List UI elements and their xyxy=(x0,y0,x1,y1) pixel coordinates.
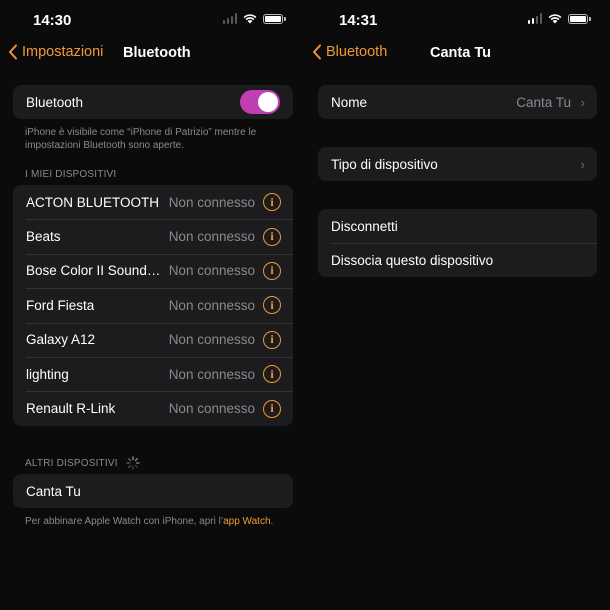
device-name: Beats xyxy=(26,229,61,245)
toggle-knob xyxy=(258,92,278,112)
device-name: Renault R-Link xyxy=(26,401,116,417)
bluetooth-toggle-row: Bluetooth xyxy=(13,85,293,119)
device-status: Non connesso xyxy=(168,401,255,417)
wifi-icon xyxy=(243,14,257,24)
device-name: Bose Color II SoundLink xyxy=(26,263,164,279)
device-row[interactable]: Beats Non connesso i xyxy=(13,219,293,253)
status-icons xyxy=(222,13,286,24)
loading-spinner-icon xyxy=(125,456,140,470)
device-name: Canta Tu xyxy=(26,483,81,499)
status-icons xyxy=(527,13,591,24)
device-row[interactable]: Ford Fiesta Non connesso i xyxy=(13,288,293,322)
device-status: Non connesso xyxy=(168,297,255,313)
info-icon[interactable]: i xyxy=(263,296,281,315)
device-status: Non connesso xyxy=(168,263,255,279)
chevron-right-icon: › xyxy=(580,156,585,172)
bluetooth-toggle-group: Bluetooth xyxy=(13,85,293,119)
device-row[interactable]: lighting Non connesso i xyxy=(13,356,293,391)
chevron-left-icon xyxy=(9,44,17,60)
device-detail-screen: 14:31 Bluetooth Canta Tu Nome Canta Tu ›… xyxy=(305,0,610,610)
device-type-group: Tipo di dispositivo › xyxy=(318,147,597,181)
chevron-right-icon: › xyxy=(580,94,585,110)
info-icon[interactable]: i xyxy=(263,399,281,418)
forget-device-label: Dissocia questo dispositivo xyxy=(331,252,494,268)
chevron-left-icon xyxy=(313,44,321,60)
back-label: Impostazioni xyxy=(22,44,104,60)
device-row[interactable]: Renault R-Link Non connesso i xyxy=(13,391,293,425)
app-watch-link[interactable]: app Watch xyxy=(223,516,270,527)
device-name: Ford Fiesta xyxy=(26,297,95,313)
info-icon[interactable]: i xyxy=(263,193,281,212)
info-icon[interactable]: i xyxy=(263,261,281,280)
device-name: ACTON BLUETOOTH xyxy=(26,194,160,210)
my-devices-list: ACTON BLUETOOTH Non connesso i Beats Non… xyxy=(13,185,293,426)
apple-watch-note-end: . xyxy=(270,516,274,527)
my-devices-header: I MIEI DISPOSITIVI xyxy=(25,169,117,180)
page-title: Bluetooth xyxy=(123,45,191,61)
bluetooth-toggle[interactable] xyxy=(240,90,280,114)
disconnect-button[interactable]: Disconnetti xyxy=(318,209,597,243)
wifi-icon xyxy=(548,14,562,24)
apple-watch-note-text: Per abbinare Apple Watch con iPhone, apr… xyxy=(25,516,224,527)
back-button[interactable]: Bluetooth xyxy=(312,44,387,60)
other-devices-label: ALTRI DISPOSITIVI xyxy=(25,457,118,469)
disconnect-label: Disconnetti xyxy=(331,218,398,234)
device-type-row[interactable]: Tipo di dispositivo › xyxy=(318,147,597,181)
device-row[interactable]: Canta Tu xyxy=(13,474,293,508)
cellular-signal-icon xyxy=(527,13,542,24)
cellular-signal-icon xyxy=(222,13,237,24)
back-button[interactable]: Impostazioni xyxy=(8,44,103,60)
device-type-label: Tipo di dispositivo xyxy=(331,156,438,172)
forget-device-button[interactable]: Dissocia questo dispositivo xyxy=(318,243,597,277)
info-icon[interactable]: i xyxy=(263,227,281,246)
name-row[interactable]: Nome Canta Tu › xyxy=(318,85,597,119)
name-value: Canta Tu xyxy=(516,94,571,110)
battery-icon xyxy=(263,13,286,24)
apple-watch-note: Per abbinare Apple Watch con iPhone, apr… xyxy=(25,515,287,528)
device-name: Galaxy A12 xyxy=(26,332,96,348)
device-row[interactable]: ACTON BLUETOOTH Non connesso i xyxy=(13,185,293,219)
info-icon[interactable]: i xyxy=(263,330,281,349)
info-icon[interactable]: i xyxy=(263,365,281,384)
device-status: Non connesso xyxy=(168,229,255,245)
status-time: 14:30 xyxy=(33,12,72,29)
device-status: Non connesso xyxy=(168,366,255,382)
visibility-note: iPhone è visibile come “iPhone di Patriz… xyxy=(25,127,257,151)
name-group: Nome Canta Tu › xyxy=(318,85,597,119)
battery-icon xyxy=(568,13,591,24)
device-status: Non connesso xyxy=(168,332,255,348)
bluetooth-settings-screen: 14:30 Impostazioni Bluetooth Bluetooth i… xyxy=(0,0,305,610)
device-status: Non connesso xyxy=(168,194,255,210)
other-devices-header: ALTRI DISPOSITIVI xyxy=(25,456,140,470)
name-label: Nome xyxy=(331,94,368,110)
page-title: Canta Tu xyxy=(430,45,491,61)
status-time: 14:31 xyxy=(339,12,378,29)
device-row[interactable]: Galaxy A12 Non connesso i xyxy=(13,322,293,357)
other-devices-list: Canta Tu xyxy=(13,474,293,508)
back-label: Bluetooth xyxy=(326,44,388,60)
device-row[interactable]: Bose Color II SoundLink Non connesso i xyxy=(13,253,293,288)
device-name: lighting xyxy=(26,366,69,382)
actions-group: Disconnetti Dissocia questo dispositivo xyxy=(318,209,597,277)
bluetooth-label: Bluetooth xyxy=(26,94,84,110)
